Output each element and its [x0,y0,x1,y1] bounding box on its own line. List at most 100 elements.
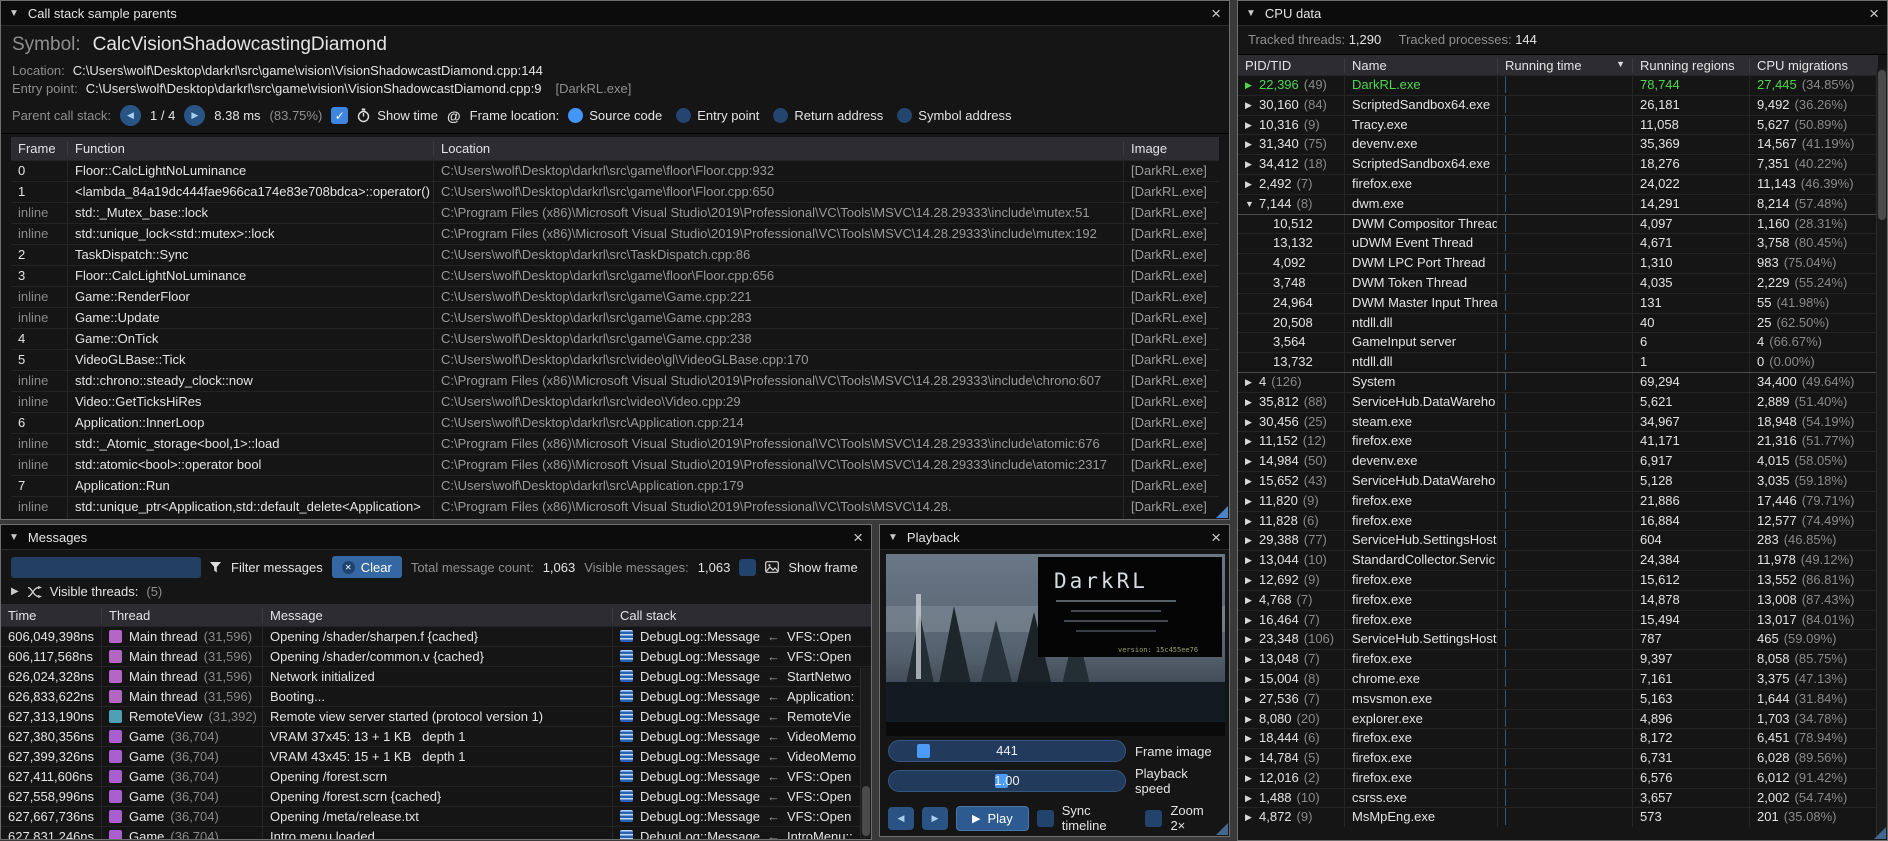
callstack-row[interactable]: inline std::chrono::steady_clock::now C:… [11,370,1219,391]
radio-option[interactable]: Source code [568,108,662,123]
process-row[interactable]: ▶30,160(84) ScriptedSandbox64.exe 2.51 s… [1238,95,1878,115]
pid-cell[interactable]: ▶14,784(5) [1238,749,1345,768]
tree-expand-icon[interactable]: ▶ [1245,591,1259,610]
process-row[interactable]: 3,564 GameInput server 69.68 us (0.00%) … [1238,332,1878,352]
callstack-row[interactable]: inline std::unique_ptr<Application,std::… [11,496,1219,520]
tree-expand-icon[interactable]: ▶ [1245,611,1259,630]
pid-cell[interactable]: ▶13,044(10) [1238,551,1345,570]
playback-speed-slider[interactable]: 1.00 [888,770,1126,792]
process-row[interactable]: ▶16,464(7) firefox.exe 187 ms (0.81%) 15… [1238,610,1878,630]
sync-timeline-checkbox[interactable] [1037,810,1054,827]
tree-expand-icon[interactable]: ▶ [1245,670,1259,689]
pid-cell[interactable]: ▶4,872(9) [1238,808,1345,827]
process-row[interactable]: ▶4(126) System 1.55 s (6.70%) 69,294 34,… [1238,372,1878,392]
frame-image-slider[interactable]: 441 [888,740,1126,762]
tree-expand-icon[interactable]: ▶ [1245,729,1259,748]
tree-expand-icon[interactable]: ▶ [1245,690,1259,709]
process-row[interactable]: ▶13,048(7) firefox.exe 154.28 ms (0.67%)… [1238,649,1878,669]
resize-handle[interactable] [1874,827,1886,839]
message-row[interactable]: 626,024,328ns Main thread(31,596) Networ… [1,666,871,686]
tree-expand-icon[interactable]: ▶ [1245,175,1259,194]
radio-option[interactable]: Return address [773,108,883,123]
process-row[interactable]: ▶34,412(18) ScriptedSandbox64.exe 1.85 s… [1238,154,1878,174]
pid-cell[interactable]: ▶12,692(9) [1238,571,1345,590]
process-row[interactable]: ▶13,044(10) StandardCollector.Servic 242… [1238,550,1878,570]
visible-threads-row[interactable]: ▶ Visible threads: (5) [1,583,871,604]
process-row[interactable]: ▼7,144(8) dwm.exe 1.66 s (7.18%) 14,291 … [1238,194,1878,214]
callstack-row[interactable]: 6 Application::InnerLoop C:\Users\wolf\D… [11,412,1219,433]
process-row[interactable]: 13,132 uDWM Event Thread 68.29 ms (0.30%… [1238,233,1878,253]
process-row[interactable]: ▶15,652(43) ServiceHub.DataWareho 580.22… [1238,471,1878,491]
radio-icon[interactable] [897,108,912,123]
tree-expand-icon[interactable]: ▶ [1245,749,1259,768]
process-row[interactable]: ▶14,984(50) devenv.exe 584.69 ms (2.53%)… [1238,451,1878,471]
resize-handle[interactable] [1216,823,1228,835]
messages-titlebar[interactable]: ▼ Messages × [1,525,871,550]
tree-expand-icon[interactable]: ▶ [1245,630,1259,649]
pid-cell[interactable]: ▶18,444(6) [1238,729,1345,748]
callstack-row[interactable]: inline Game::RenderFloor C:\Users\wolf\D… [11,286,1219,307]
tree-expand-icon[interactable]: ▶ [1245,531,1259,550]
pid-cell[interactable]: ▶12,016(2) [1238,769,1345,788]
pid-cell[interactable]: ▶1,488(10) [1238,789,1345,808]
message-callstack[interactable]: DebugLog::Message←RemoteVie [613,707,871,726]
message-row[interactable]: 627,831,246ns Game(36,704) Intro menu lo… [1,826,871,840]
callstack-titlebar[interactable]: ▼ Call stack sample parents × [1,1,1229,26]
pid-cell[interactable]: ▶27,536(7) [1238,690,1345,709]
scroll-thumb[interactable] [1878,70,1886,220]
callstack-row[interactable]: inline std::_Atomic_storage<bool,1>::loa… [11,433,1219,454]
radio-option[interactable]: Entry point [676,108,759,123]
process-row[interactable]: ▶2,492(7) firefox.exe 1.71 s (7.42%) 24,… [1238,174,1878,194]
playback-titlebar[interactable]: ▼ Playback × [880,525,1229,550]
cpu-titlebar[interactable]: ▼ CPU data × [1238,1,1887,26]
message-row[interactable]: 627,313,190ns RemoteView(31,392) Remote … [1,706,871,726]
callstack-row[interactable]: 2 TaskDispatch::Sync C:\Users\wolf\Deskt… [11,244,1219,265]
tree-expand-icon[interactable]: ▶ [1245,452,1259,471]
callstack-row[interactable]: 4 Game::OnTick C:\Users\wolf\Desktop\dar… [11,328,1219,349]
radio-icon[interactable] [676,108,691,123]
message-row[interactable]: 627,380,356ns Game(36,704) VRAM 37x45: 1… [1,726,871,746]
process-row[interactable]: ▶12,692(9) firefox.exe 231.76 ms (1.00%)… [1238,570,1878,590]
radio-option[interactable]: Symbol address [897,108,1011,123]
pid-cell[interactable]: ▶4(126) [1238,373,1345,392]
message-callstack[interactable]: DebugLog::Message←StartNetwo [613,667,871,686]
message-callstack[interactable]: DebugLog::Message←VFS::Open [613,767,871,786]
process-row[interactable]: 20,508 ntdll.dll 1.01 ms (0.00%) 40 25(6… [1238,313,1878,333]
collapse-icon[interactable]: ▼ [9,8,19,19]
tree-expand-icon[interactable]: ▶ [1245,116,1259,135]
process-row[interactable]: 10,512 DWM Compositor Thread 1.53 s (6.6… [1238,214,1878,234]
pid-cell[interactable]: ▶15,004(8) [1238,670,1345,689]
process-row[interactable]: ▶35,812(88) ServiceHub.DataWareho 670.41… [1238,392,1878,412]
tree-expand-icon[interactable]: ▶ [1245,512,1259,531]
pid-cell[interactable]: 20,508 [1238,314,1345,333]
pid-cell[interactable]: ▶30,456(25) [1238,413,1345,432]
process-row[interactable]: ▶18,444(6) firefox.exe 104.2 ms (0.45%) … [1238,728,1878,748]
col-running-time[interactable]: Running time▼ [1498,58,1633,73]
pid-cell[interactable]: ▶30,160(84) [1238,96,1345,115]
cpu-scrollbar[interactable] [1876,68,1887,839]
expand-icon[interactable]: ▶ [11,586,19,597]
filter-input[interactable] [11,557,201,578]
pid-cell[interactable]: 3,748 [1238,274,1345,293]
callstack-row[interactable]: inline std::atomic<bool>::operator bool … [11,454,1219,475]
tree-expand-icon[interactable]: ▶ [1245,789,1259,808]
collapse-icon[interactable]: ▼ [1246,8,1256,19]
tree-expand-icon[interactable]: ▶ [1245,413,1259,432]
play-button[interactable]: ▶ Play [956,806,1029,831]
tree-expand-icon[interactable]: ▶ [1245,769,1259,788]
show-time-option[interactable]: Show time [357,108,438,123]
collapse-icon[interactable]: ▼ [888,532,898,543]
pid-cell[interactable]: ▶23,348(106) [1238,630,1345,649]
process-row[interactable]: ▶29,388(77) ServiceHub.SettingsHost 273.… [1238,530,1878,550]
tree-expand-icon[interactable]: ▶ [1245,393,1259,412]
show-frame-checkbox[interactable] [739,559,756,576]
col-pid-tid[interactable]: PID/TID [1238,58,1345,73]
pid-cell[interactable]: ▶8,080(20) [1238,710,1345,729]
pid-cell[interactable]: ▶22,396(49) [1238,76,1345,95]
process-row[interactable]: ▶27,536(7) msvsmon.exe 133.45 ms (0.58%)… [1238,689,1878,709]
message-row[interactable]: 606,049,398ns Main thread(31,596) Openin… [1,626,871,646]
process-row[interactable]: ▶11,152(12) firefox.exe 632.15 ms (2.74%… [1238,431,1878,451]
pid-cell[interactable]: 4,092 [1238,254,1345,273]
process-row[interactable]: ▶23,348(106) ServiceHub.SettingsHost 158… [1238,629,1878,649]
tree-expand-icon[interactable]: ▶ [1245,373,1259,392]
